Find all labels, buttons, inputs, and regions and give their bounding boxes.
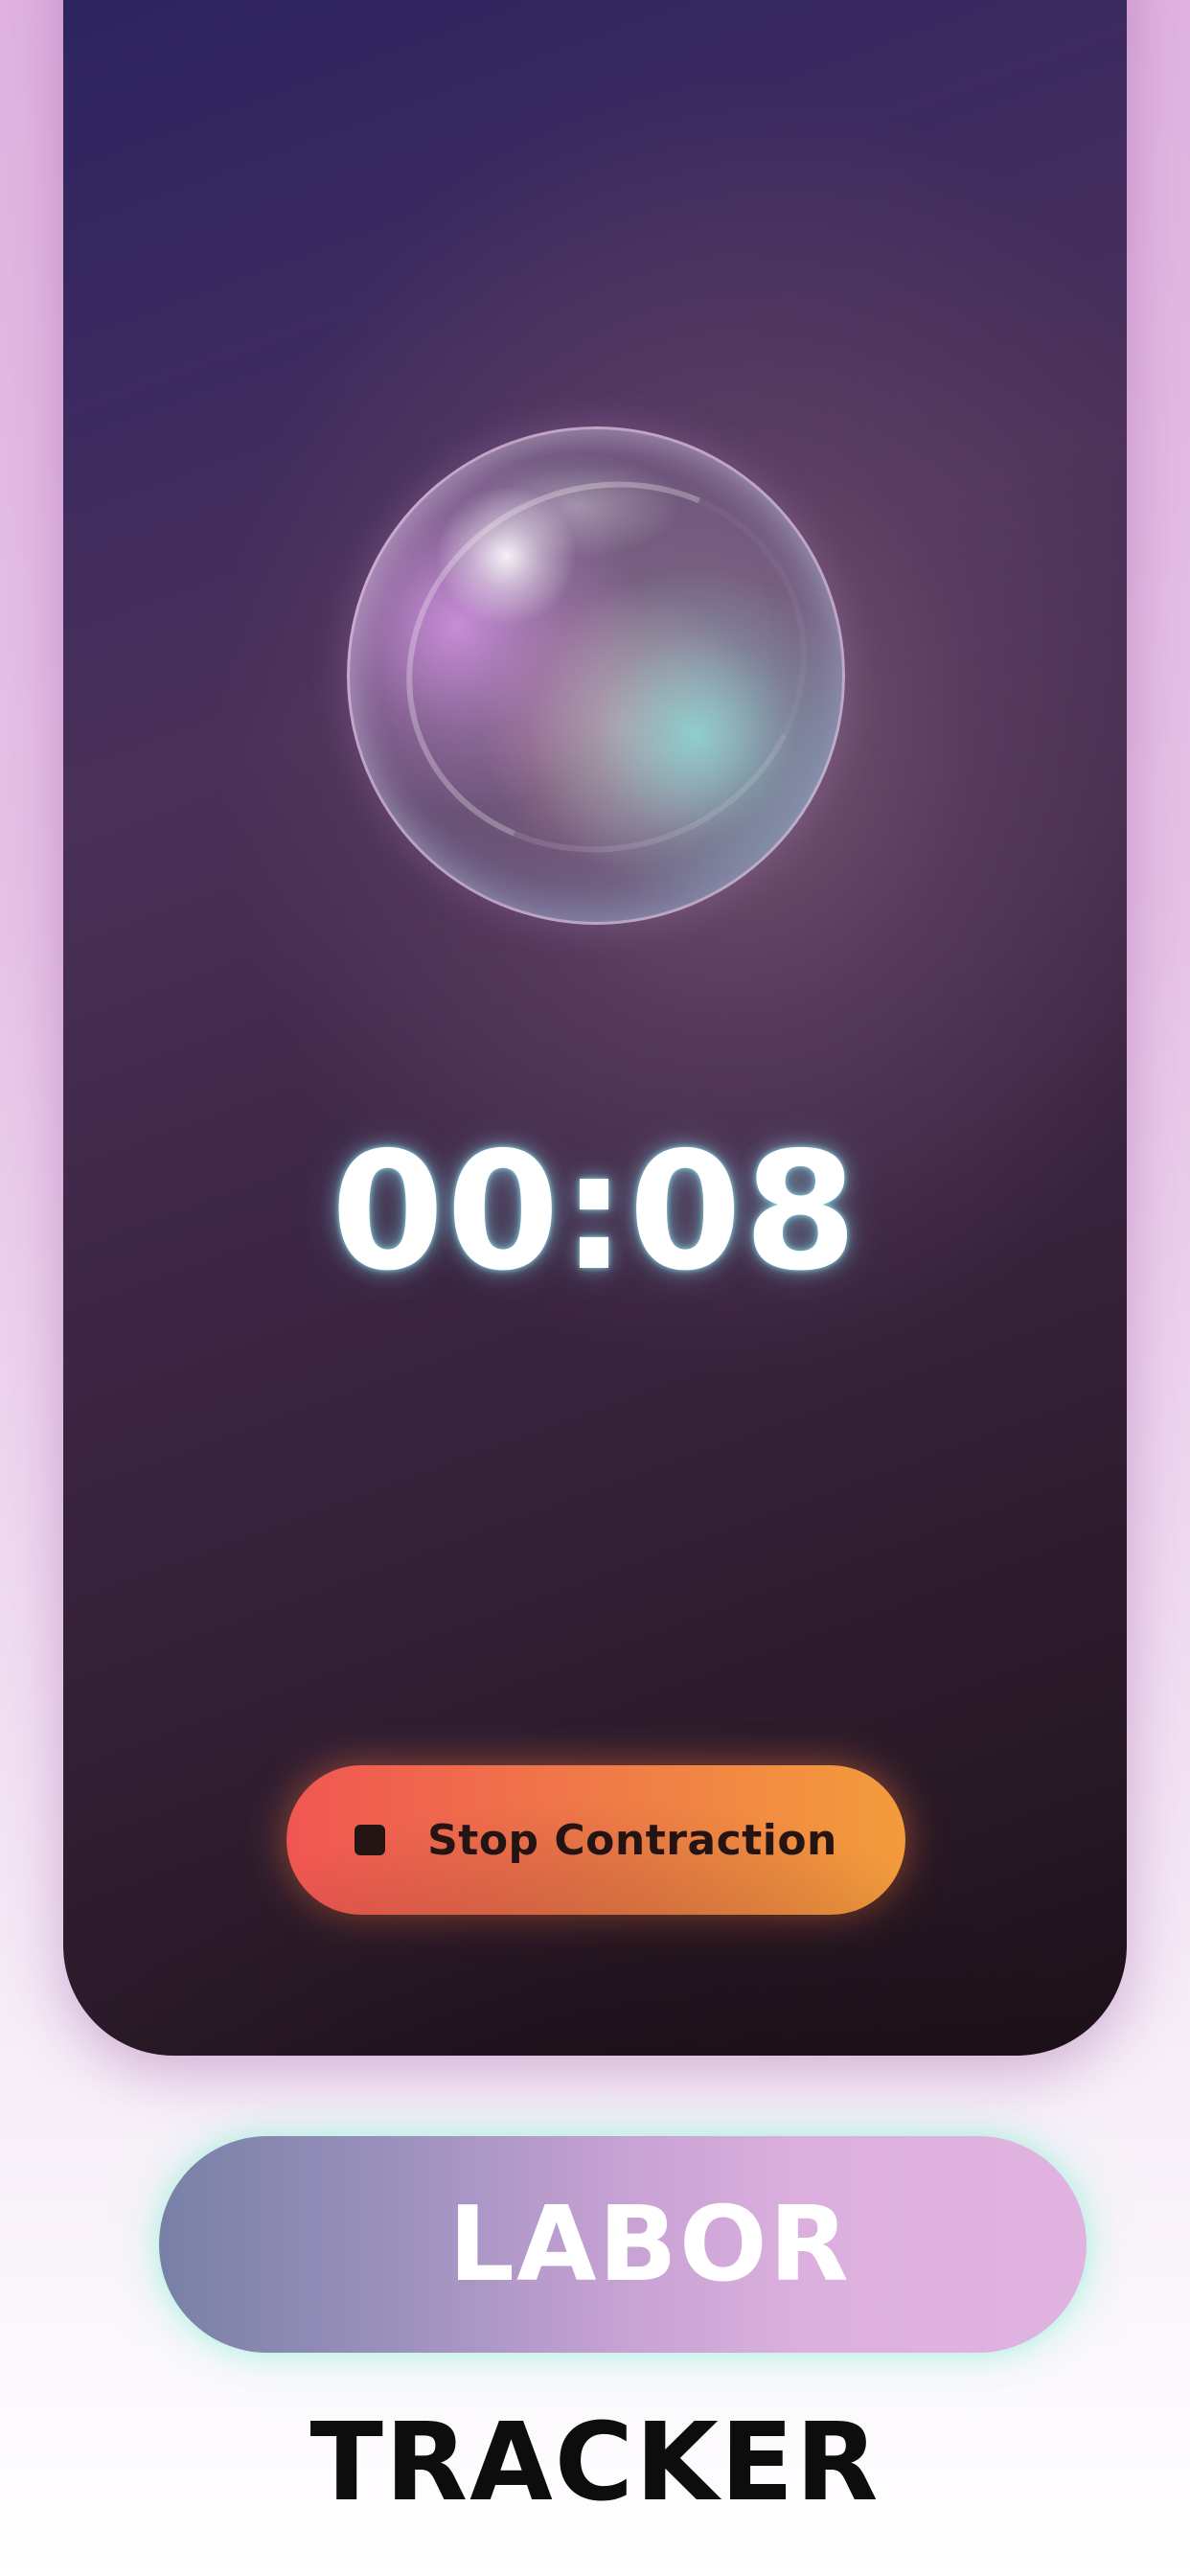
bubble-glare <box>471 453 682 559</box>
title-top: LABOR <box>448 2184 851 2305</box>
title-bottom: TRACKER <box>309 2401 881 2525</box>
contraction-timer: 00:08 <box>331 1117 859 1307</box>
stop-square-icon <box>355 1825 386 1855</box>
stop-contraction-label: Stop Contraction <box>427 1815 837 1865</box>
title-pill: LABOR <box>159 2136 1087 2353</box>
stop-contraction-button[interactable]: Stop Contraction <box>286 1765 905 1915</box>
phone-screen: 00:08 Stop Contraction <box>63 0 1127 2056</box>
breathing-bubble-icon <box>347 426 859 925</box>
